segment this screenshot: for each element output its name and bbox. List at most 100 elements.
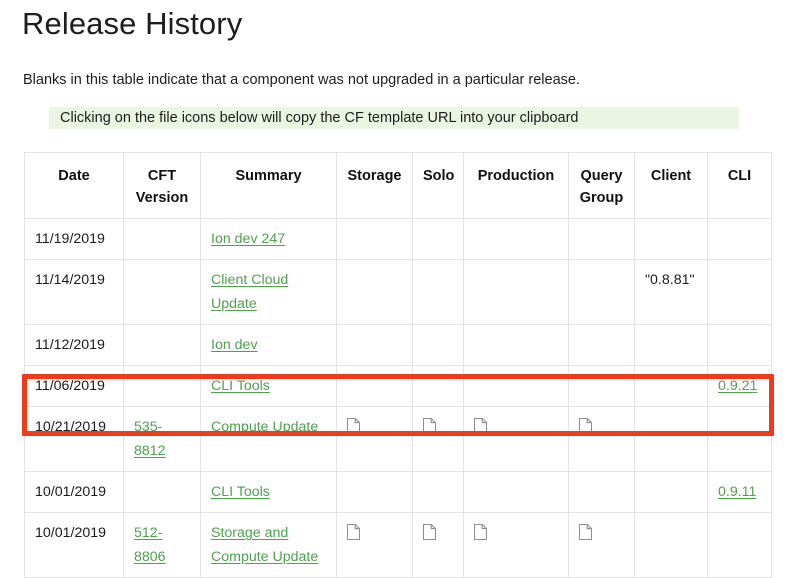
cell-summary: CLI Tools bbox=[200, 471, 337, 513]
cell-summary: Compute Update bbox=[200, 406, 337, 472]
cell-query-group bbox=[568, 512, 635, 578]
release-history-page: Release History Blanks in this table ind… bbox=[0, 0, 800, 578]
cell-query-group bbox=[568, 324, 635, 366]
file-icon[interactable] bbox=[473, 418, 488, 435]
summary-link[interactable]: Ion dev bbox=[211, 337, 258, 353]
cell-solo bbox=[412, 218, 464, 260]
cell-date: 10/01/2019 bbox=[24, 471, 124, 513]
cell-summary: CLI Tools bbox=[200, 365, 337, 407]
table-body: 11/19/2019 Ion dev 247 11/14/2019 Client Cl… bbox=[24, 218, 772, 578]
summary-link[interactable]: Storage and Compute Update bbox=[211, 525, 318, 565]
table-row: 11/14/2019 Client Cloud Update "0.8.81" bbox=[24, 259, 772, 325]
cell-production bbox=[463, 259, 569, 325]
cell-cft-version bbox=[123, 471, 201, 513]
cell-storage bbox=[336, 259, 413, 325]
cell-storage bbox=[336, 218, 413, 260]
cell-summary: Ion dev bbox=[200, 324, 337, 366]
cell-cft-version bbox=[123, 218, 201, 260]
table-row: 11/19/2019 Ion dev 247 bbox=[24, 218, 772, 260]
cell-date: 11/12/2019 bbox=[24, 324, 124, 366]
cell-cft-version bbox=[123, 259, 201, 325]
cft-version-link[interactable]: 512-8806 bbox=[134, 525, 166, 565]
cell-production bbox=[463, 218, 569, 260]
cell-client-version bbox=[634, 324, 708, 366]
column-header-solo: Solo bbox=[412, 152, 464, 219]
cell-query-group bbox=[568, 218, 635, 260]
cell-solo bbox=[412, 259, 464, 325]
file-icon[interactable] bbox=[422, 418, 437, 435]
summary-link[interactable]: Ion dev 247 bbox=[211, 231, 285, 247]
column-header-summary: Summary bbox=[200, 152, 337, 219]
cell-storage bbox=[336, 471, 413, 513]
cell-storage bbox=[336, 324, 413, 366]
intro-paragraph: Blanks in this table indicate that a com… bbox=[23, 72, 580, 88]
table-row: 10/01/2019 512-8806 Storage and Compute Up… bbox=[24, 512, 772, 578]
cell-cft-version bbox=[123, 365, 201, 407]
cli-version-link[interactable]: 0.9.11 bbox=[718, 484, 756, 500]
cell-date: 11/06/2019 bbox=[24, 365, 124, 407]
cell-cli-version bbox=[707, 218, 772, 260]
cell-date: 10/01/2019 bbox=[24, 512, 124, 578]
column-header-production: Production bbox=[463, 152, 569, 219]
cell-query-group bbox=[568, 471, 635, 513]
cell-client-version bbox=[634, 512, 708, 578]
cli-version-link[interactable]: 0.9.21 bbox=[718, 378, 757, 394]
page-title: Release History bbox=[22, 6, 243, 41]
column-header-query-group: Query Group bbox=[568, 152, 635, 219]
cell-cli-version bbox=[707, 406, 772, 472]
summary-link[interactable]: CLI Tools bbox=[211, 378, 270, 394]
cell-query-group bbox=[568, 406, 635, 472]
file-icon[interactable] bbox=[473, 524, 488, 541]
cell-solo bbox=[412, 471, 464, 513]
cell-storage bbox=[336, 406, 413, 472]
summary-link[interactable]: Compute Update bbox=[211, 419, 318, 435]
cell-date: 10/21/2019 bbox=[24, 406, 124, 472]
file-icon[interactable] bbox=[578, 418, 593, 435]
cell-production bbox=[463, 365, 569, 407]
cell-cft-version: 535-8812 bbox=[123, 406, 201, 472]
cell-client-version bbox=[634, 365, 708, 407]
cell-client-version bbox=[634, 406, 708, 472]
cell-storage bbox=[336, 512, 413, 578]
table-header: Date CFT Version Summary Storage Solo Pr… bbox=[24, 152, 772, 219]
cell-client-version bbox=[634, 471, 708, 513]
cft-version-link[interactable]: 535-8812 bbox=[134, 419, 166, 459]
cell-client-version: "0.8.81" bbox=[634, 259, 708, 325]
cell-cft-version: 512-8806 bbox=[123, 512, 201, 578]
table-row: 10/21/2019 535-8812 Compute Update bbox=[24, 406, 772, 472]
file-icon[interactable] bbox=[422, 524, 437, 541]
cell-production bbox=[463, 512, 569, 578]
cell-query-group bbox=[568, 365, 635, 407]
table-row: 11/06/2019 CLI Tools 0.9.21 bbox=[24, 365, 772, 407]
table-header-row: Date CFT Version Summary Storage Solo Pr… bbox=[24, 152, 772, 219]
table-row: 11/12/2019 Ion dev bbox=[24, 324, 772, 366]
column-header-cft-version: CFT Version bbox=[123, 152, 201, 219]
cell-query-group bbox=[568, 259, 635, 325]
file-icon[interactable] bbox=[346, 524, 361, 541]
column-header-date: Date bbox=[24, 152, 124, 219]
cell-production bbox=[463, 471, 569, 513]
cell-summary: Storage and Compute Update bbox=[200, 512, 337, 578]
cell-summary: Ion dev 247 bbox=[200, 218, 337, 260]
file-icon[interactable] bbox=[578, 524, 593, 541]
clipboard-note-banner: Clicking on the file icons below will co… bbox=[49, 107, 739, 129]
cell-client-version bbox=[634, 218, 708, 260]
cell-cli-version: 0.9.21 bbox=[707, 365, 772, 407]
release-history-table: Date CFT Version Summary Storage Solo Pr… bbox=[24, 152, 772, 578]
cell-production bbox=[463, 406, 569, 472]
cell-cli-version bbox=[707, 512, 772, 578]
cell-solo bbox=[412, 324, 464, 366]
file-icon[interactable] bbox=[346, 418, 361, 435]
cell-date: 11/19/2019 bbox=[24, 218, 124, 260]
cell-cli-version bbox=[707, 259, 772, 325]
clipboard-note-text: Clicking on the file icons below will co… bbox=[60, 110, 579, 126]
cell-solo bbox=[412, 365, 464, 407]
cell-cli-version bbox=[707, 324, 772, 366]
cell-summary: Client Cloud Update bbox=[200, 259, 337, 325]
summary-link[interactable]: CLI Tools bbox=[211, 484, 270, 500]
cell-solo bbox=[412, 512, 464, 578]
summary-link[interactable]: Client Cloud Update bbox=[211, 272, 288, 312]
table-row: 10/01/2019 CLI Tools 0.9.11 bbox=[24, 471, 772, 513]
cell-cli-version: 0.9.11 bbox=[707, 471, 772, 513]
column-header-client: Client bbox=[634, 152, 708, 219]
